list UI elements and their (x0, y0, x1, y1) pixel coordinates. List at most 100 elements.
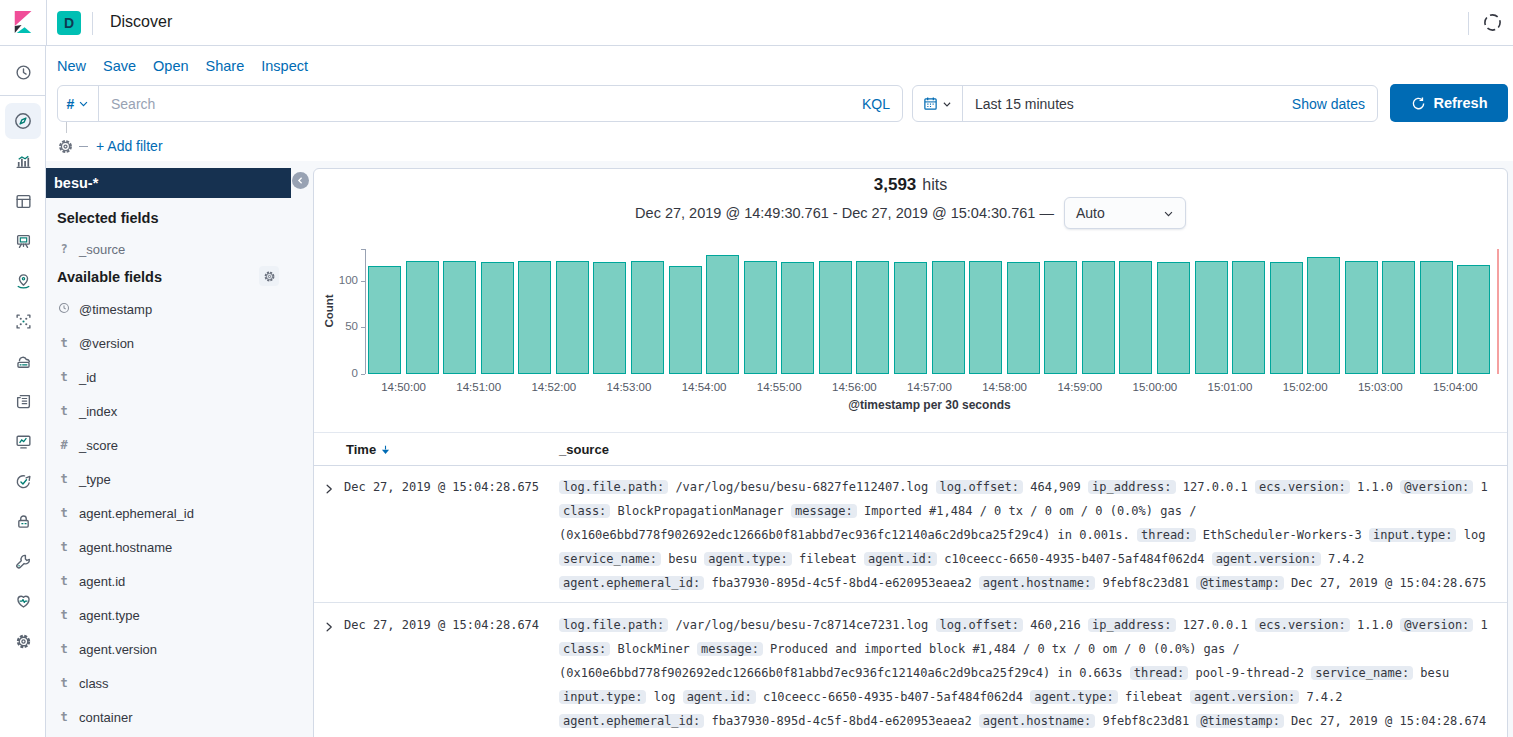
field-agent.id[interactable]: tagent.id (45, 564, 291, 598)
menu-open-link[interactable]: Open (153, 58, 188, 74)
expand-row-button[interactable] (323, 619, 335, 637)
x-tick-label: 15:02:00 (1268, 381, 1342, 393)
nav-dev-tools[interactable] (5, 543, 41, 579)
histogram-bar[interactable] (406, 261, 439, 374)
refresh-button[interactable]: Refresh (1390, 84, 1508, 122)
menu-inspect-link[interactable]: Inspect (261, 58, 308, 74)
nav-machine-learning[interactable] (5, 303, 41, 339)
field-agent.version[interactable]: tagent.version (45, 632, 291, 666)
nav-controls-icon[interactable] (1483, 13, 1502, 32)
filter-settings-icon[interactable] (57, 138, 74, 155)
histogram-bar[interactable] (1345, 261, 1378, 374)
field-key-badge: agent.type: (704, 552, 791, 566)
field-agent.hostname[interactable]: tagent.hostname (45, 530, 291, 564)
field-type-icon: t (57, 710, 71, 724)
field-type-icon: t (57, 404, 71, 418)
histogram-bar[interactable] (368, 266, 401, 374)
expand-row-button[interactable] (323, 481, 335, 499)
nav-siem[interactable] (5, 503, 41, 539)
field-_source[interactable]: ?_source (45, 232, 291, 266)
field-class[interactable]: tclass (45, 666, 291, 700)
histogram-bar[interactable] (932, 261, 965, 374)
histogram-bar[interactable] (443, 261, 476, 374)
query-language-button[interactable]: KQL (862, 96, 890, 112)
refresh-icon (1411, 96, 1426, 111)
histogram-bar[interactable] (819, 261, 852, 374)
nav-visualize[interactable] (5, 143, 41, 179)
field-_type[interactable]: t_type (45, 462, 291, 496)
histogram-bar[interactable] (1382, 261, 1415, 374)
logs-icon (15, 393, 32, 410)
field-@timestamp[interactable]: @timestamp (45, 292, 291, 326)
histogram-bar[interactable] (1119, 261, 1152, 374)
field-key-badge: agent.ephemeral_id: (559, 714, 704, 728)
document-row: Dec 27, 2019 @ 15:04:28.675log.file.path… (314, 465, 1507, 603)
search-input[interactable]: Search (111, 96, 862, 112)
field-_score[interactable]: #_score (45, 428, 291, 462)
menu-new-link[interactable]: New (57, 58, 86, 74)
date-picker[interactable]: Last 15 minutes Show dates (912, 85, 1378, 122)
field-key-badge: agent.type: (1030, 690, 1117, 704)
histogram-bar[interactable] (1007, 262, 1040, 374)
histogram-bar[interactable] (969, 261, 1002, 374)
histogram-bar[interactable] (1232, 261, 1265, 374)
index-pattern-selector[interactable]: besu-* (45, 168, 291, 198)
histogram-bar[interactable] (1157, 262, 1190, 374)
nav-discover[interactable] (5, 103, 41, 139)
nav-management[interactable] (5, 623, 41, 659)
histogram-bar[interactable] (1195, 261, 1228, 374)
nav-dashboard[interactable] (5, 183, 41, 219)
histogram-bar[interactable] (781, 262, 814, 374)
column-time[interactable]: Time (346, 442, 391, 457)
field-_index[interactable]: t_index (45, 394, 291, 428)
menu-save-link[interactable]: Save (103, 58, 136, 74)
search-bar[interactable]: # Search KQL (57, 85, 903, 122)
nav-logs[interactable] (5, 383, 41, 419)
field-@version[interactable]: t@version (45, 326, 291, 360)
field-agent.type[interactable]: tagent.type (45, 598, 291, 632)
histogram-bar[interactable] (706, 255, 739, 374)
histogram-bar[interactable] (1044, 261, 1077, 374)
field-value: pool-9-thread-2 (1196, 666, 1304, 680)
nav-canvas[interactable] (5, 223, 41, 259)
histogram-bar[interactable] (1307, 257, 1340, 374)
field-name: agent.id (79, 574, 125, 589)
field-_id[interactable]: t_id (45, 360, 291, 394)
histogram-bar[interactable] (1082, 261, 1115, 374)
collapse-sidebar-button[interactable] (292, 172, 309, 189)
histogram-chart[interactable]: Count05010014:50:0014:51:0014:52:0014:53… (314, 169, 1507, 429)
fields-settings-button[interactable] (259, 266, 279, 286)
menu-share-link[interactable]: Share (206, 58, 245, 74)
nav-apm[interactable] (5, 343, 41, 379)
time-range-value[interactable]: Last 15 minutes (975, 96, 1292, 112)
nav-uptime[interactable] (5, 463, 41, 499)
histogram-bar[interactable] (1457, 265, 1490, 374)
histogram-bar[interactable] (856, 261, 889, 374)
show-dates-button[interactable]: Show dates (1292, 96, 1365, 112)
histogram-bar[interactable] (1420, 261, 1453, 374)
nav-metrics[interactable] (5, 423, 41, 459)
field-name: agent.ephemeral_id (79, 506, 194, 521)
nav-stack-monitoring[interactable] (5, 583, 41, 619)
quick-select-menu[interactable] (913, 86, 963, 121)
nav-recently-viewed[interactable] (5, 54, 41, 90)
histogram-bar[interactable] (631, 261, 664, 374)
field-container[interactable]: tcontainer (45, 700, 291, 734)
nav-maps[interactable] (5, 263, 41, 299)
field-key-badge: service_name: (1311, 666, 1413, 680)
field-agent.ephemeral_id[interactable]: tagent.ephemeral_id (45, 496, 291, 530)
histogram-bar[interactable] (593, 262, 626, 374)
field-type-icon: t (57, 472, 71, 486)
histogram-bar[interactable] (481, 262, 514, 374)
histogram-bar[interactable] (744, 261, 777, 374)
kibana-logo[interactable] (12, 11, 34, 33)
histogram-bar[interactable] (556, 261, 589, 374)
nav-separator (0, 95, 46, 96)
histogram-bar[interactable] (518, 261, 551, 374)
histogram-bar[interactable] (894, 262, 927, 374)
saved-query-menu[interactable]: # (58, 86, 99, 121)
siem-icon (15, 513, 32, 530)
histogram-bar[interactable] (669, 266, 702, 374)
histogram-bar[interactable] (1270, 262, 1303, 374)
add-filter-button[interactable]: + Add filter (96, 138, 163, 154)
